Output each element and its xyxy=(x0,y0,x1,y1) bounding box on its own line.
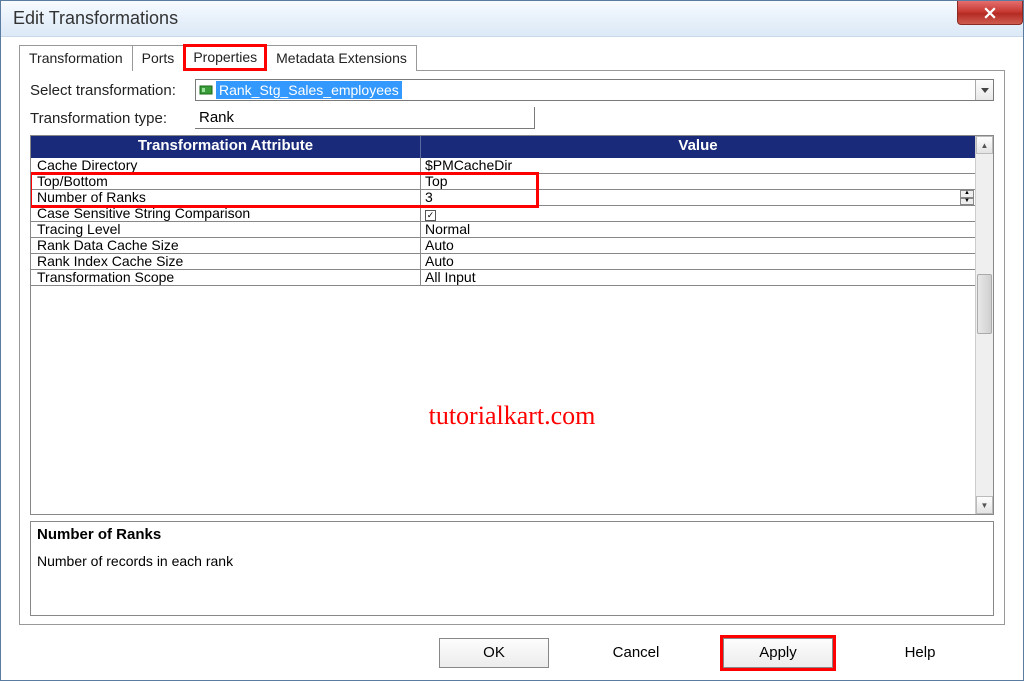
grid-rows: Cache Directory $PMCacheDir Top/Bottom T… xyxy=(31,158,975,286)
transformation-icon xyxy=(199,83,213,97)
edit-transformations-window: Edit Transformations Transformation Port… xyxy=(0,0,1024,681)
table-row[interactable]: Top/Bottom Top xyxy=(31,174,975,190)
select-transformation-value: Rank_Stg_Sales_employees xyxy=(216,81,402,99)
window-title: Edit Transformations xyxy=(13,8,178,29)
checkbox-checked-icon[interactable]: ✓ xyxy=(425,210,436,221)
tab-ports[interactable]: Ports xyxy=(132,45,185,71)
dialog-buttons: OK Cancel Apply Help xyxy=(19,625,1005,680)
value-cell[interactable]: Auto xyxy=(421,238,975,253)
grid-header: Transformation Attribute Value xyxy=(31,136,975,158)
close-icon xyxy=(984,7,996,19)
description-panel: Number of Ranks Number of records in eac… xyxy=(30,521,994,616)
value-cell[interactable]: Auto xyxy=(421,254,975,269)
close-button[interactable] xyxy=(957,1,1023,25)
scroll-thumb[interactable] xyxy=(977,274,992,334)
value-cell[interactable]: All Input xyxy=(421,270,975,285)
select-transformation-label: Select transformation: xyxy=(30,82,195,99)
attr-cell: Number of Ranks xyxy=(31,190,421,205)
scroll-track[interactable] xyxy=(976,154,993,496)
value-cell[interactable]: $PMCacheDir xyxy=(421,158,975,173)
table-row[interactable]: Cache Directory $PMCacheDir xyxy=(31,158,975,174)
properties-grid: Transformation Attribute Value Cache Dir… xyxy=(31,136,975,514)
table-row[interactable]: Tracing Level Normal xyxy=(31,222,975,238)
ok-button[interactable]: OK xyxy=(439,638,549,668)
value-cell[interactable]: ✓ xyxy=(421,206,975,221)
description-title: Number of Ranks xyxy=(37,526,987,543)
grid-header-value: Value xyxy=(421,136,975,158)
select-transformation-dropdown[interactable]: Rank_Stg_Sales_employees xyxy=(195,79,994,101)
number-of-ranks-stepper[interactable]: ▲ ▼ xyxy=(960,190,974,205)
attr-cell: Transformation Scope xyxy=(31,270,421,285)
cancel-button[interactable]: Cancel xyxy=(581,638,691,668)
number-of-ranks-value: 3 xyxy=(425,190,433,205)
scroll-up-button[interactable]: ▲ xyxy=(976,136,993,154)
tab-metadata-extensions[interactable]: Metadata Extensions xyxy=(266,45,417,71)
spinner-down-icon[interactable]: ▼ xyxy=(960,198,974,206)
scroll-down-button[interactable]: ▼ xyxy=(976,496,993,514)
grid-vertical-scrollbar[interactable]: ▲ ▼ xyxy=(975,136,993,514)
tab-properties[interactable]: Properties xyxy=(183,44,267,71)
apply-button[interactable]: Apply xyxy=(723,638,833,668)
table-row[interactable]: Rank Data Cache Size Auto xyxy=(31,238,975,254)
transformation-type-label: Transformation type: xyxy=(30,110,195,127)
value-cell[interactable]: Normal xyxy=(421,222,975,237)
properties-panel: Select transformation: Rank_Stg_Sales_em… xyxy=(19,70,1005,625)
attr-cell: Top/Bottom xyxy=(31,174,421,189)
attr-cell: Case Sensitive String Comparison xyxy=(31,206,421,221)
value-cell[interactable]: 3 ▲ ▼ xyxy=(421,190,975,205)
table-row[interactable]: Case Sensitive String Comparison ✓ xyxy=(31,206,975,222)
attr-cell: Cache Directory xyxy=(31,158,421,173)
description-text: Number of records in each rank xyxy=(37,553,987,569)
attr-cell: Rank Data Cache Size xyxy=(31,238,421,253)
dialog-content: Transformation Ports Properties Metadata… xyxy=(1,37,1023,680)
transformation-type-row: Transformation type: xyxy=(30,107,994,129)
grid-header-attribute: Transformation Attribute xyxy=(31,136,421,158)
help-button[interactable]: Help xyxy=(865,638,975,668)
tabs-bar: Transformation Ports Properties Metadata… xyxy=(19,45,1005,71)
attr-cell: Tracing Level xyxy=(31,222,421,237)
transformation-type-field xyxy=(195,107,535,129)
properties-grid-wrapper: Transformation Attribute Value Cache Dir… xyxy=(30,135,994,515)
attr-cell: Rank Index Cache Size xyxy=(31,254,421,269)
table-row[interactable]: Transformation Scope All Input xyxy=(31,270,975,286)
value-cell[interactable]: Top xyxy=(421,174,975,189)
table-row[interactable]: Number of Ranks 3 ▲ ▼ xyxy=(31,190,975,206)
select-transformation-row: Select transformation: Rank_Stg_Sales_em… xyxy=(30,79,994,101)
tab-transformation[interactable]: Transformation xyxy=(19,45,133,71)
dropdown-arrow-icon[interactable] xyxy=(975,80,993,100)
table-row[interactable]: Rank Index Cache Size Auto xyxy=(31,254,975,270)
spinner-up-icon[interactable]: ▲ xyxy=(960,190,974,198)
titlebar: Edit Transformations xyxy=(1,1,1023,37)
